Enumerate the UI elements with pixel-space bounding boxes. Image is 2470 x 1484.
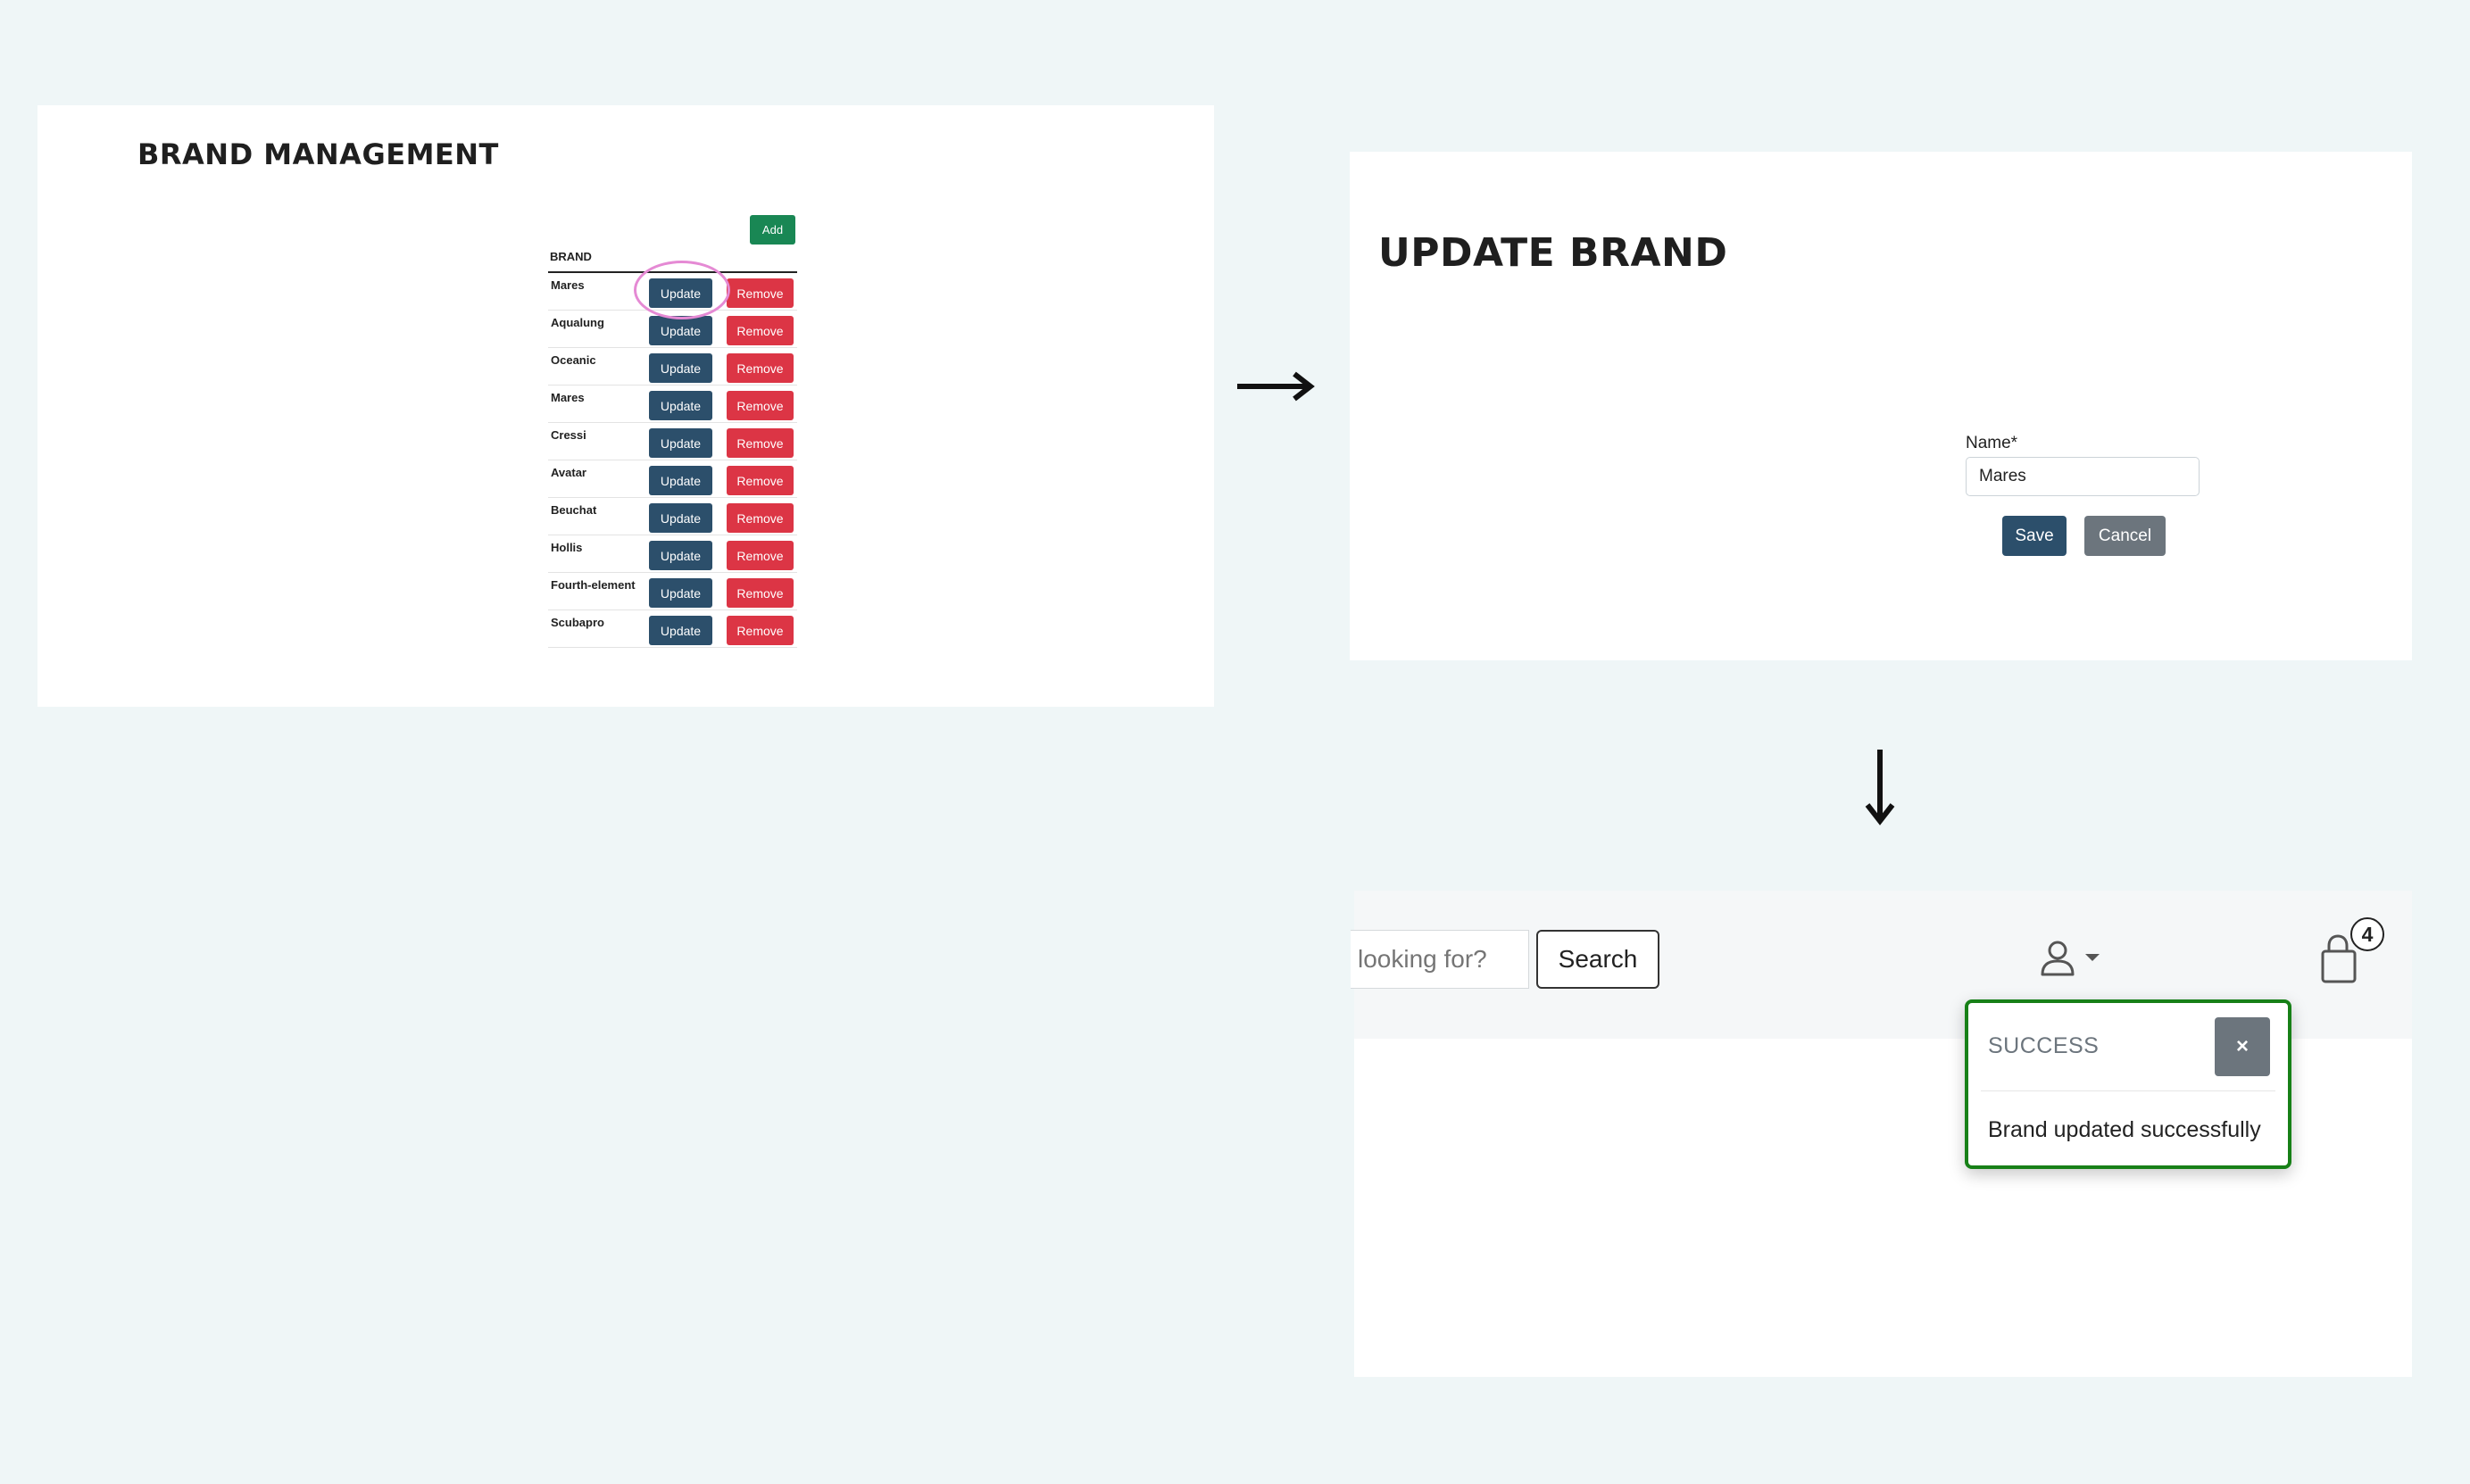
brand-name: Aqualung: [551, 316, 604, 329]
remove-button[interactable]: Remove: [727, 391, 794, 420]
table-row: Mares Update Remove: [548, 386, 797, 423]
table-row: Aqualung Update Remove: [548, 311, 797, 348]
brand-name: Mares: [551, 391, 585, 404]
user-icon: [2041, 941, 2075, 976]
update-button[interactable]: Update: [649, 428, 712, 458]
save-button[interactable]: Save: [2002, 516, 2067, 556]
search-input[interactable]: [1351, 930, 1529, 989]
table-row: Beuchat Update Remove: [548, 498, 797, 535]
remove-button[interactable]: Remove: [727, 503, 794, 533]
table-row: Oceanic Update Remove: [548, 348, 797, 386]
arrow-right-icon: [1237, 371, 1315, 402]
add-brand-button[interactable]: Add: [750, 215, 795, 245]
remove-button[interactable]: Remove: [727, 541, 794, 570]
toast-title: SUCCESS: [1988, 1033, 2100, 1058]
remove-button[interactable]: Remove: [727, 278, 794, 308]
name-field[interactable]: [1966, 457, 2200, 496]
table-row: Fourth-element Update Remove: [548, 573, 797, 610]
table-row: Avatar Update Remove: [548, 460, 797, 498]
success-toast: SUCCESS × Brand updated successfully: [1965, 999, 2291, 1169]
remove-button[interactable]: Remove: [727, 316, 794, 345]
brand-name: Mares: [551, 278, 585, 292]
remove-button[interactable]: Remove: [727, 578, 794, 608]
remove-button[interactable]: Remove: [727, 616, 794, 645]
brand-name: Cressi: [551, 428, 586, 442]
update-button[interactable]: Update: [649, 503, 712, 533]
brand-name: Beuchat: [551, 503, 597, 517]
update-button[interactable]: Update: [649, 616, 712, 645]
user-menu-toggle[interactable]: [2039, 935, 2110, 980]
brand-column-header: BRAND: [550, 250, 592, 263]
chevron-down-icon: [2085, 954, 2100, 961]
remove-button[interactable]: Remove: [727, 466, 794, 495]
brand-table: Mares Update Remove Aqualung Update Remo…: [548, 273, 797, 648]
page-title: BRAND MANAGEMENT: [137, 137, 499, 171]
table-row: Scubapro Update Remove: [548, 610, 797, 648]
search-button[interactable]: Search: [1536, 930, 1659, 989]
close-button[interactable]: ×: [2215, 1017, 2270, 1076]
table-row: Mares Update Remove: [548, 273, 797, 311]
brand-name: Oceanic: [551, 353, 596, 367]
update-button[interactable]: Update: [649, 541, 712, 570]
update-button[interactable]: Update: [649, 353, 712, 383]
brand-name: Avatar: [551, 466, 586, 479]
arrow-down-icon: [1865, 750, 1895, 825]
toast-message: Brand updated successfully: [1988, 1117, 2261, 1142]
remove-button[interactable]: Remove: [727, 428, 794, 458]
update-button[interactable]: Update: [649, 466, 712, 495]
update-button[interactable]: Update: [649, 278, 712, 308]
table-row: Cressi Update Remove: [548, 423, 797, 460]
remove-button[interactable]: Remove: [727, 353, 794, 383]
update-button[interactable]: Update: [649, 316, 712, 345]
result-panel: Search 4 SUCCESS × Brand updated success…: [1351, 891, 2412, 1377]
cancel-button[interactable]: Cancel: [2084, 516, 2166, 556]
update-button[interactable]: Update: [649, 391, 712, 420]
brand-management-panel: BRAND MANAGEMENT Add BRAND Mares Update …: [37, 105, 1214, 707]
page-title: UPDATE BRAND: [1378, 230, 1728, 276]
update-button[interactable]: Update: [649, 578, 712, 608]
brand-name: Hollis: [551, 541, 583, 554]
brand-name: Fourth-element: [551, 578, 636, 592]
toast-divider: [1981, 1090, 2275, 1091]
update-brand-panel: UPDATE BRAND Name* Save Cancel: [1350, 152, 2412, 660]
cart-count-badge: 4: [2350, 917, 2384, 951]
table-row: Hollis Update Remove: [548, 535, 797, 573]
brand-name: Scubapro: [551, 616, 604, 629]
name-field-label: Name*: [1966, 434, 2018, 452]
